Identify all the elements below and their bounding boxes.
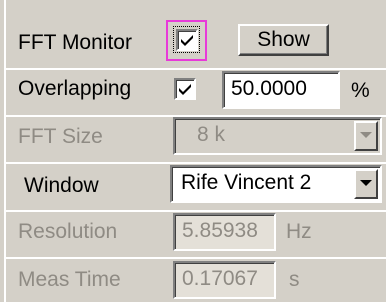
fft-monitor-label: FFT Monitor [18, 31, 132, 54]
fft-size-value: 8 k [197, 123, 226, 146]
overlapping-input[interactable]: 50.0000 [222, 71, 340, 109]
fft-size-dropdown[interactable]: 8 k [173, 117, 382, 155]
window-dropdown[interactable]: Rife Vincent 2 [170, 165, 382, 203]
overlapping-checkbox[interactable] [174, 78, 196, 100]
meas-time-value: 0.17067 [173, 261, 276, 299]
fft-size-dropdown-button[interactable] [354, 121, 378, 151]
overlapping-unit: % [351, 79, 370, 102]
fft-size-label: FFT Size [18, 125, 103, 148]
fft-settings-panel: FFT Monitor Show Overlapping 50.0000 % F… [0, 0, 386, 302]
resolution-label: Resolution [18, 220, 118, 243]
window-dropdown-button[interactable] [354, 169, 378, 199]
window-value: Rife Vincent 2 [181, 171, 312, 194]
meas-time-label: Meas Time [18, 268, 121, 291]
row-divider [6, 68, 386, 70]
resolution-unit: Hz [286, 220, 312, 243]
checkmark-icon [179, 84, 191, 95]
meas-time-unit: s [289, 268, 300, 291]
resolution-value: 5.85938 [173, 213, 276, 251]
focus-dots [173, 26, 200, 53]
dropdown-arrow-icon [360, 180, 372, 186]
show-button[interactable]: Show [238, 24, 329, 56]
window-label: Window [24, 174, 99, 197]
dropdown-arrow-icon [360, 132, 372, 138]
row-divider [6, 257, 386, 259]
row-divider [6, 210, 386, 212]
overlapping-label: Overlapping [18, 77, 132, 100]
row-divider [6, 162, 386, 164]
